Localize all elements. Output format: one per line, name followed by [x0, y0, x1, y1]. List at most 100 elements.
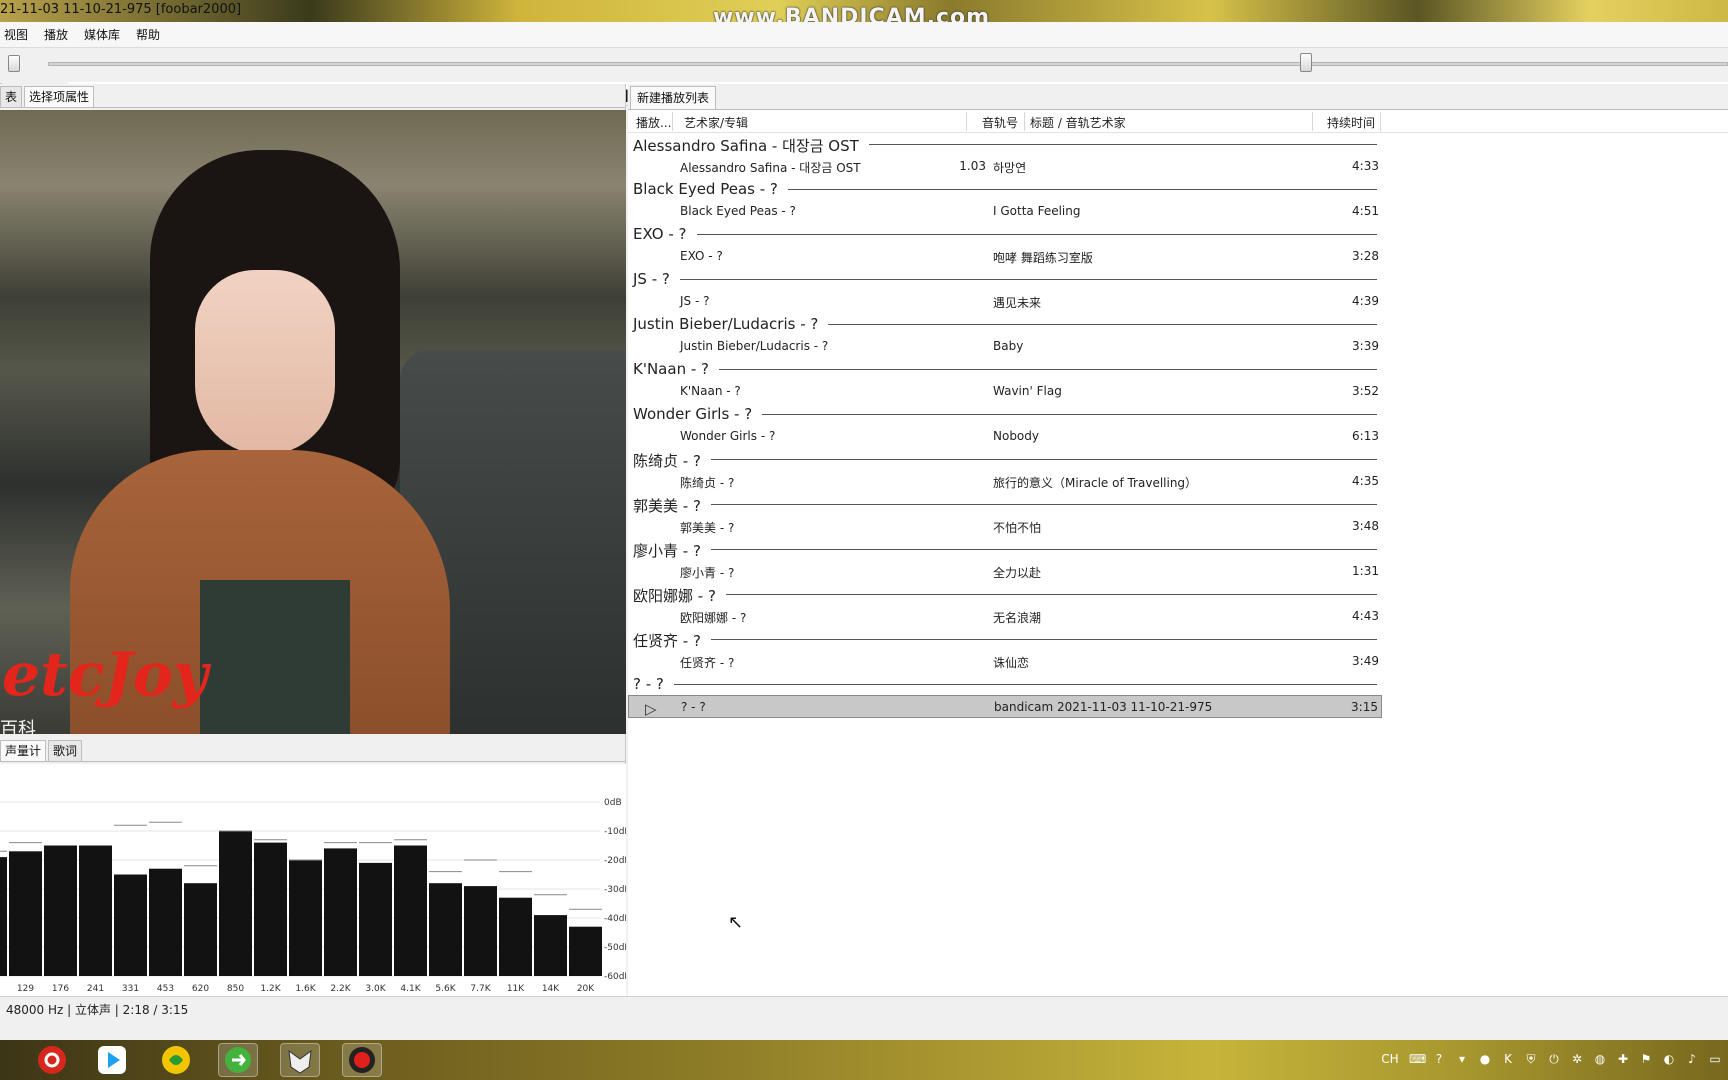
track-row[interactable]: EXO - ? 咆哮 舞蹈练习室版 3:28	[628, 245, 1382, 268]
green-app-icon[interactable]	[156, 1043, 196, 1077]
group-header[interactable]: EXO - ?	[628, 223, 1728, 245]
col-divider[interactable]	[1024, 112, 1025, 131]
track-duration: 3:48	[1352, 519, 1379, 533]
group-header[interactable]: JS - ?	[628, 268, 1728, 290]
spectrum-analyzer: 0dB -10dB -20dB -30dB -40dB -50dB -60dB 129 176 2…	[0, 764, 631, 996]
cover-logo: etcJoy	[2, 640, 208, 710]
group-header[interactable]: Wonder Girls - ?	[628, 403, 1728, 425]
tray-arrow-icon[interactable]: ▾	[1455, 1052, 1469, 1067]
col-divider[interactable]	[1380, 112, 1381, 131]
menu-help[interactable]: 帮助	[136, 26, 160, 43]
freq-label: 1.6K	[295, 984, 316, 994]
track-title: 旅行的意义（Miracle of Travelling）	[993, 476, 1198, 490]
netease-music-icon[interactable]	[32, 1043, 72, 1077]
group-divider	[633, 684, 1377, 685]
tab-lyrics[interactable]: 歌词	[48, 740, 83, 761]
track-artist: EXO - ?	[680, 249, 723, 263]
plus-tray-icon[interactable]: ✚	[1616, 1052, 1630, 1067]
freq-label: 3.0K	[365, 984, 386, 994]
track-row[interactable]: Alessandro Safina - 대장금 OST 1.03 하망연 4:33	[628, 155, 1382, 178]
col-divider[interactable]	[672, 112, 673, 131]
group-header[interactable]: Alessandro Safina - 대장금 OST	[628, 133, 1728, 156]
col-artist-album[interactable]: 艺术家/专辑	[684, 114, 748, 131]
tab-new-playlist[interactable]: 新建播放列表	[630, 86, 717, 109]
track-row[interactable]: 陈绮贞 - ? 旅行的意义（Miracle of Travelling） 4:35	[628, 470, 1382, 493]
freq-label: 620	[192, 984, 209, 994]
freq-label: 11K	[507, 984, 525, 994]
group-header[interactable]: 任贤齐 - ?	[628, 628, 1728, 651]
track-title: 诛仙恋	[993, 656, 1030, 670]
status-bar: 48000 Hz | 立体声 | 2:18 / 3:15	[0, 996, 1728, 1018]
tab-selection-properties[interactable]: 选择项属性	[24, 86, 95, 107]
track-row[interactable]: Justin Bieber/Ludacris - ? Baby 3:39	[628, 335, 1382, 358]
playlist-rows: Alessandro Safina - 대장금 OST Alessandro Sa…	[628, 133, 1728, 718]
freq-label: 1.2K	[260, 984, 281, 994]
seek-thumb[interactable]	[1300, 53, 1312, 72]
col-duration[interactable]: 持续时间	[1327, 114, 1375, 131]
track-row[interactable]: 任贤齐 - ? 诛仙恋 3:49	[628, 650, 1382, 673]
group-header[interactable]: 欧阳娜娜 - ?	[628, 583, 1728, 606]
track-row[interactable]: Black Eyed Peas - ? I Gotta Feeling 4:51	[628, 200, 1382, 223]
freq-label: 129	[17, 984, 34, 994]
track-row[interactable]: ▷ ? - ? bandicam 2021-11-03 11-10-21-975 3:…	[628, 695, 1382, 718]
group-divider	[633, 279, 1377, 280]
track-row[interactable]: 欧阳娜娜 - ? 无名浪潮 4:43	[628, 605, 1382, 628]
refresh-app-icon[interactable]	[218, 1043, 258, 1077]
freq-label: 176	[52, 984, 69, 994]
tab-list[interactable]: 表	[0, 86, 23, 107]
menu-library[interactable]: 媒体库	[84, 26, 120, 43]
track-row[interactable]: Wonder Girls - ? Nobody 6:13	[628, 425, 1382, 448]
record-tray-icon[interactable]: ●	[1478, 1052, 1492, 1067]
playlist-tabs: 新建播放列表	[628, 84, 1728, 110]
group-header[interactable]: 廖小青 - ?	[628, 538, 1728, 561]
battery-tray-icon[interactable]: ◐	[1662, 1052, 1676, 1067]
mouse-cursor-icon: ↖	[728, 912, 744, 933]
k-tray-icon[interactable]: K	[1501, 1052, 1515, 1067]
keyboard-icon[interactable]: ⌨	[1409, 1052, 1426, 1067]
col-title[interactable]: 标题 / 音轨艺术家	[1030, 114, 1126, 131]
col-divider[interactable]	[966, 112, 967, 131]
group-header[interactable]: Justin Bieber/Ludacris - ?	[628, 313, 1728, 335]
menu-playback[interactable]: 播放	[44, 26, 68, 43]
title-bar: 21-11-03 11-10-21-975 [foobar2000] www.B…	[0, 0, 1728, 30]
tab-volume-meter[interactable]: 声量计	[0, 740, 47, 761]
seek-bar[interactable]	[48, 62, 1728, 66]
speaker-icon[interactable]: ♪	[1685, 1052, 1699, 1067]
db-label: -30dB	[604, 885, 626, 895]
language-indicator[interactable]: CH	[1380, 1052, 1400, 1067]
fox-app-icon[interactable]	[280, 1043, 320, 1077]
globe-tray-icon[interactable]: ◍	[1593, 1052, 1607, 1067]
group-label: 任贤齐 - ?	[633, 630, 711, 651]
group-header[interactable]: 陈绮贞 - ?	[628, 448, 1728, 471]
col-divider[interactable]	[1312, 112, 1313, 131]
shield-icon[interactable]: ⛨	[1524, 1052, 1538, 1067]
spectrum-bar	[499, 897, 532, 976]
power-icon[interactable]: ⏻	[1547, 1052, 1561, 1067]
track-duration: 4:35	[1352, 474, 1379, 488]
youku-icon[interactable]	[92, 1043, 132, 1077]
track-duration: 3:52	[1352, 384, 1379, 398]
track-row[interactable]: 郭美美 - ? 不怕不怕 3:48	[628, 515, 1382, 538]
help-icon[interactable]: ?	[1432, 1052, 1446, 1067]
bandicam-record-icon[interactable]	[342, 1043, 382, 1077]
track-title: Wavin' Flag	[993, 384, 1062, 398]
group-header[interactable]: Black Eyed Peas - ?	[628, 178, 1728, 200]
group-header[interactable]: 郭美美 - ?	[628, 493, 1728, 516]
group-label: 郭美美 - ?	[633, 495, 711, 516]
spectrum-bar	[219, 831, 252, 976]
track-duration: 1:31	[1352, 564, 1379, 578]
track-title: 咆哮 舞蹈练习室版	[993, 251, 1093, 265]
flag-tray-icon[interactable]: ⚑	[1639, 1052, 1653, 1067]
track-row[interactable]: K'Naan - ? Wavin' Flag 3:52	[628, 380, 1382, 403]
group-header[interactable]: ? - ?	[628, 673, 1728, 695]
spectrum-bar	[9, 851, 42, 976]
volume-slider[interactable]	[8, 55, 20, 72]
network-tray-icon[interactable]: ✲	[1570, 1052, 1584, 1067]
col-track-number[interactable]: 音轨号	[982, 114, 1018, 131]
track-row[interactable]: JS - ? 遇见未来 4:39	[628, 290, 1382, 313]
menu-view[interactable]: 视图	[4, 26, 28, 43]
group-header[interactable]: K'Naan - ?	[628, 358, 1728, 380]
monitor-tray-icon[interactable]: ▭	[1708, 1052, 1722, 1067]
track-row[interactable]: 廖小青 - ? 全力以赴 1:31	[628, 560, 1382, 583]
col-playing[interactable]: 播放...	[636, 114, 671, 131]
